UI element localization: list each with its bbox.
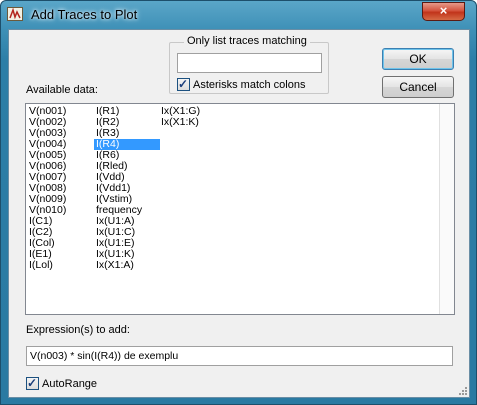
expression-label: Expression(s) to add: [26, 324, 130, 336]
list-vertical-scrollbar[interactable] [439, 104, 454, 314]
expression-input[interactable]: V(n003) * sin(I(R4)) de exemplu [26, 346, 453, 366]
asterisk-label: Asterisks match colons [193, 78, 306, 91]
window-title: Add Traces to Plot [31, 7, 138, 22]
asterisk-checkbox[interactable]: ✓ [177, 77, 190, 91]
close-button[interactable]: × [422, 2, 465, 21]
title-bar[interactable]: Add Traces to Plot × [1, 1, 477, 29]
list-column-voltages: V(n001) V(n002) V(n003) V(n004) V(n005) V(n00… [27, 106, 66, 271]
available-data-label: Available data: [26, 84, 98, 96]
list-column-currents: I(R1) I(R2) I(R3) I(R4) I(R6) I(Rled) I(Vdd) I(… [94, 106, 160, 271]
ltspice-app-icon [7, 7, 23, 21]
list-item[interactable]: Ix(X1:K) [159, 117, 200, 128]
resize-grip-icon[interactable] [457, 385, 467, 395]
autorange-option[interactable]: ✓ AutoRange [26, 376, 98, 390]
list-item[interactable]: Ix(X1:A) [94, 260, 160, 271]
list-item[interactable]: I(Lol) [27, 260, 66, 271]
ok-button[interactable]: OK [382, 48, 454, 70]
asterisk-option[interactable]: ✓ Asterisks match colons [177, 77, 306, 91]
dialog-client-area: Only list traces matching ✓ Asterisks ma… [8, 29, 470, 398]
check-icon: ✓ [178, 77, 189, 91]
available-data-list[interactable]: V(n001) V(n002) V(n003) V(n004) V(n005) V(n00… [25, 103, 455, 315]
autorange-label: AutoRange [42, 377, 98, 390]
check-icon: ✓ [27, 376, 38, 390]
cancel-button[interactable]: Cancel [382, 76, 454, 98]
list-column-device-currents: Ix(X1:G) Ix(X1:K) [159, 106, 200, 128]
autorange-checkbox[interactable]: ✓ [26, 376, 39, 390]
trace-filter-input[interactable] [177, 53, 322, 73]
filter-group-label: Only list traces matching [184, 35, 310, 47]
dialog-window: Add Traces to Plot × Only list traces ma… [0, 0, 477, 405]
